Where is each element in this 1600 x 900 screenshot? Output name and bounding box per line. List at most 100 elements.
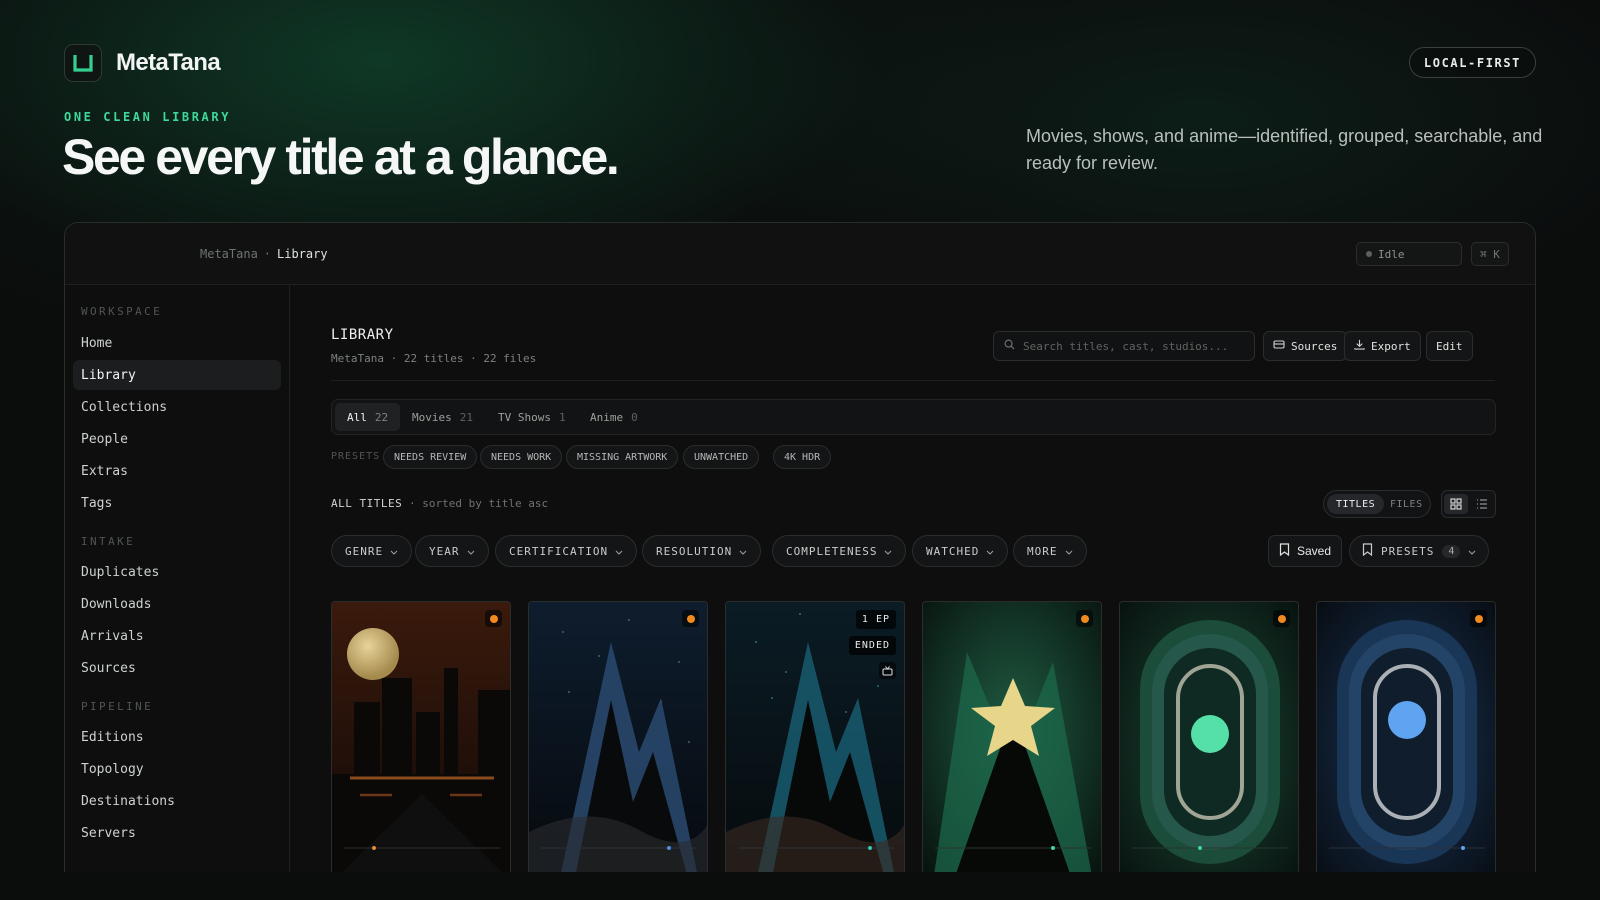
series-status-badge: ENDED	[848, 636, 896, 655]
sidebar-item-topology[interactable]: Topology	[73, 754, 281, 784]
mode-titles[interactable]: TITLES	[1327, 494, 1385, 514]
download-icon	[1354, 339, 1365, 353]
sidebar-item-editions[interactable]: Editions	[73, 722, 281, 752]
filter-genre[interactable]: GENRE	[331, 535, 413, 567]
listing-heading: ALL TITLES	[331, 497, 403, 510]
poster-blue-peaks	[529, 602, 707, 872]
sidebar-item-duplicates[interactable]: Duplicates	[73, 557, 281, 587]
tab-count: 22	[374, 410, 389, 424]
bookmark-icon	[1279, 543, 1290, 559]
hero-headline: See every title at a glance.	[62, 129, 620, 185]
tab-movies[interactable]: Movies 21	[400, 403, 485, 431]
presets-dropdown[interactable]: PRESETS 4	[1349, 535, 1490, 567]
tab-anime[interactable]: Anime 0	[578, 403, 650, 431]
filter-year[interactable]: YEAR	[415, 535, 489, 567]
title-card[interactable]	[922, 601, 1102, 872]
bookmark-icon	[1362, 543, 1373, 559]
divider	[331, 380, 1495, 381]
edit-button[interactable]: Edit	[1426, 331, 1473, 361]
tab-label: All	[347, 410, 367, 424]
status-dot-icon	[682, 610, 699, 627]
filter-watched[interactable]: WATCHED	[912, 535, 1009, 567]
chevron-down-icon	[884, 545, 892, 558]
sidebar-item-library[interactable]: Library	[73, 360, 281, 390]
sidebar-item-extras[interactable]: Extras	[73, 456, 281, 486]
tab-count: 0	[631, 410, 638, 424]
layout-toggle	[1441, 490, 1496, 518]
tab-label: Anime	[590, 410, 624, 424]
status-dot-icon	[1366, 251, 1372, 257]
filter-more[interactable]: MORE	[1013, 535, 1087, 567]
preset-chip-missing-artwork[interactable]: MISSING ARTWORK	[566, 445, 679, 469]
filter-certification[interactable]: CERTIFICATION	[495, 535, 638, 567]
tab-all[interactable]: All 22	[335, 403, 401, 431]
search-icon	[1004, 339, 1015, 353]
breadcrumb-root[interactable]: MetaTana	[200, 247, 258, 261]
filter-resolution[interactable]: RESOLUTION	[642, 535, 762, 567]
title-card[interactable]	[1119, 601, 1299, 872]
sidebar: WORKSPACE Home Library Collections Peopl…	[65, 285, 290, 872]
search-placeholder: Search titles, cast, studios...	[1023, 339, 1229, 353]
list-view-icon[interactable]	[1470, 494, 1494, 514]
sidebar-item-arrivals[interactable]: Arrivals	[73, 621, 281, 651]
chevron-down-icon	[986, 545, 994, 558]
preset-chip-needs-work[interactable]: NEEDS WORK	[480, 445, 563, 469]
search-input[interactable]: Search titles, cast, studios...	[993, 331, 1255, 361]
filter-label: MORE	[1027, 544, 1058, 558]
breadcrumb-separator: ·	[263, 247, 272, 261]
filter-completeness[interactable]: COMPLETENESS	[772, 535, 907, 567]
export-label: Export	[1371, 339, 1411, 353]
tv-icon	[879, 662, 896, 679]
preset-chip-needs-review[interactable]: NEEDS REVIEW	[383, 445, 478, 469]
filter-label: CERTIFICATION	[509, 544, 609, 558]
hero-tagline: Movies, shows, and anime—identified, gro…	[1026, 126, 1543, 173]
tab-tv-shows[interactable]: TV Shows 1	[486, 403, 578, 431]
tab-label: TV Shows	[498, 410, 551, 424]
sidebar-item-destinations[interactable]: Destinations	[73, 786, 281, 816]
sidebar-item-downloads[interactable]: Downloads	[73, 589, 281, 619]
sidebar-section-pipeline: PIPELINE	[81, 700, 154, 713]
title-card[interactable]	[331, 601, 511, 872]
breadcrumb-current: Library	[277, 247, 328, 261]
chevron-down-icon	[1065, 545, 1073, 558]
chevron-down-icon	[467, 545, 475, 558]
poster-green-ring	[1120, 602, 1298, 872]
export-button[interactable]: Export	[1344, 331, 1421, 361]
saved-label: Saved	[1297, 544, 1332, 558]
brand-name: MetaTana	[116, 49, 221, 76]
sources-button[interactable]: Sources	[1263, 331, 1348, 361]
chevron-down-icon	[615, 545, 623, 558]
sidebar-item-tags[interactable]: Tags	[73, 488, 281, 518]
command-palette-button[interactable]: ⌘ K	[1471, 242, 1509, 266]
status-dot-icon	[1076, 610, 1093, 627]
title-card[interactable]	[1316, 601, 1496, 872]
episode-count-badge: 1 EP	[855, 610, 896, 629]
metatana-logo-icon	[64, 44, 102, 82]
chevron-down-icon	[739, 545, 747, 558]
sidebar-section-intake: INTAKE	[81, 535, 136, 548]
sidebar-item-sources[interactable]: Sources	[73, 653, 281, 683]
tab-label: Movies	[412, 410, 452, 424]
status-dot-icon	[1470, 610, 1487, 627]
mode-files[interactable]: FILES	[1381, 494, 1432, 514]
saved-views-button[interactable]: Saved	[1268, 535, 1343, 567]
poster-city-moon	[332, 602, 510, 872]
title-card[interactable]	[528, 601, 708, 872]
sidebar-item-people[interactable]: People	[73, 424, 281, 454]
preset-chip-unwatched[interactable]: UNWATCHED	[683, 445, 760, 469]
chevron-down-icon	[1468, 545, 1476, 558]
filter-label: GENRE	[345, 544, 384, 558]
sidebar-item-servers[interactable]: Servers	[73, 818, 281, 848]
filter-label: YEAR	[429, 544, 460, 558]
presets-button-label: PRESETS	[1381, 544, 1435, 558]
sidebar-item-collections[interactable]: Collections	[73, 392, 281, 422]
breadcrumb: MetaTana · Library	[200, 247, 328, 261]
brand: MetaTana	[64, 44, 221, 82]
page-title: LIBRARY	[331, 327, 394, 343]
sort-description[interactable]: · sorted by title asc	[409, 497, 548, 510]
title-card[interactable]: 1 EP ENDED	[725, 601, 905, 872]
view-mode-toggle: TITLES FILES	[1323, 490, 1431, 518]
preset-chip-4k-hdr[interactable]: 4K HDR	[773, 445, 832, 469]
sidebar-item-home[interactable]: Home	[73, 328, 281, 358]
grid-view-icon[interactable]	[1444, 494, 1468, 514]
